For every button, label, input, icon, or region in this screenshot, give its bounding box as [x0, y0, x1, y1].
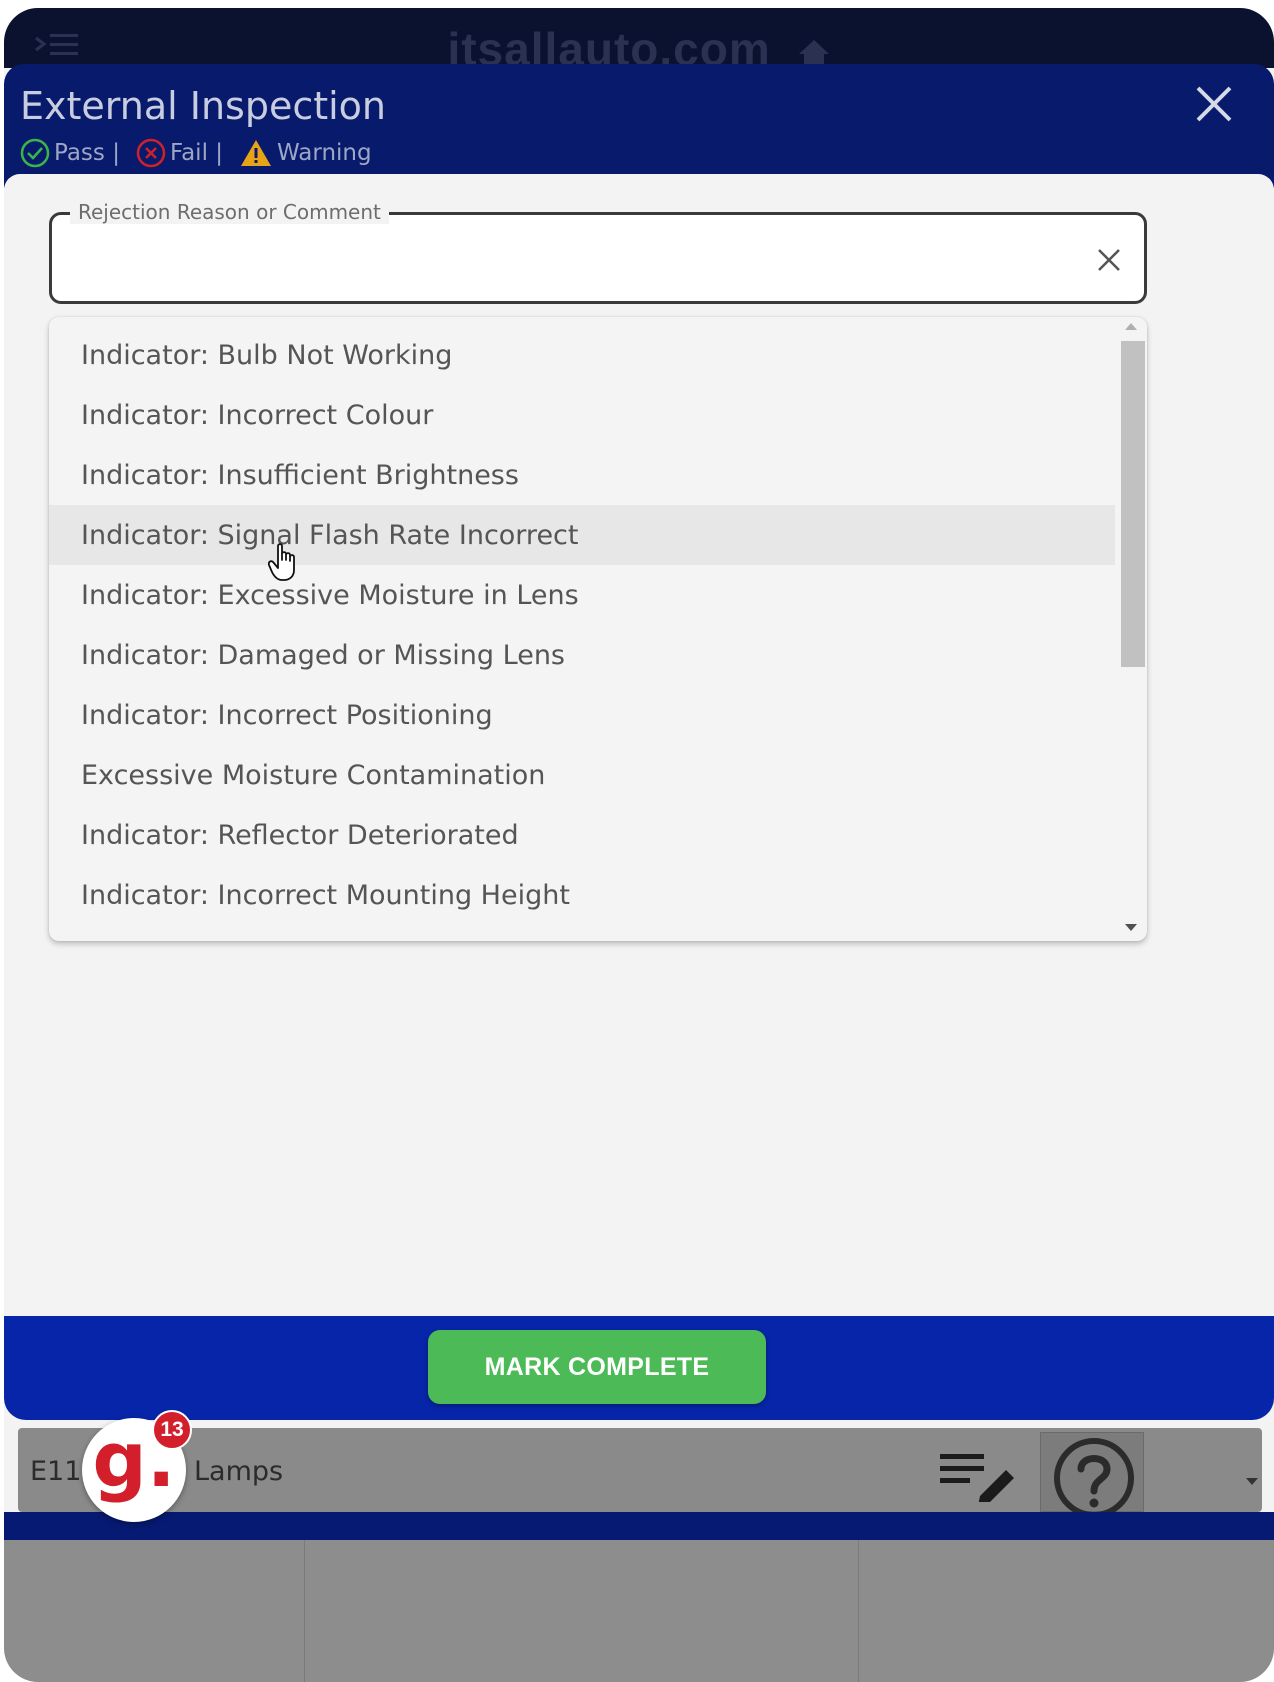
option-excessive-moisture-contamination[interactable]: Excessive Moisture Contamination — [49, 745, 1115, 805]
app-header: itsallauto.com — [4, 8, 1274, 75]
option-incorrect-mounting-height[interactable]: Indicator: Incorrect Mounting Height — [49, 865, 1115, 925]
background-row-name: Lamps — [194, 1456, 284, 1487]
close-icon[interactable] — [1194, 84, 1234, 124]
help-button[interactable] — [1040, 1432, 1144, 1518]
option-incorrect-positioning[interactable]: Indicator: Incorrect Positioning — [49, 685, 1115, 745]
rejection-reason-dropdown: Indicator: Bulb Not Working Indicator: I… — [49, 317, 1147, 941]
background-row-code: E11. — [30, 1456, 90, 1487]
option-reflector-deteriorated[interactable]: Indicator: Reflector Deteriorated — [49, 805, 1115, 865]
scroll-thumb[interactable] — [1121, 341, 1145, 667]
option-damaged-or-missing-lens[interactable]: Indicator: Damaged or Missing Lens — [49, 625, 1115, 685]
scroll-up-arrow-icon[interactable] — [1125, 323, 1137, 330]
rejection-reason-input[interactable] — [72, 237, 1072, 281]
option-signal-flash-rate-incorrect[interactable]: Indicator: Signal Flash Rate Incorrect — [49, 505, 1115, 565]
legend-pass: Pass | — [20, 138, 120, 168]
status-legend: Pass | Fail | Warning — [20, 138, 388, 168]
chevron-down-icon — [1246, 1478, 1258, 1485]
option-excessive-moisture-in-lens[interactable]: Indicator: Excessive Moisture in Lens — [49, 565, 1115, 625]
modal-title: External Inspection — [20, 84, 387, 128]
divider — [858, 1540, 859, 1682]
clear-icon[interactable] — [1096, 247, 1122, 273]
scroll-down-arrow-icon[interactable] — [1125, 924, 1137, 931]
legend-fail-label: Fail | — [169, 140, 224, 166]
option-bulb-not-working[interactable]: Indicator: Bulb Not Working — [49, 325, 1115, 385]
option-incorrect-colour[interactable]: Indicator: Incorrect Colour — [49, 385, 1115, 445]
rejection-reason-field: Rejection Reason or Comment — [49, 200, 1147, 304]
action-bar: MARK COMPLETE — [4, 1316, 1274, 1420]
legend-warning: Warning — [239, 138, 372, 168]
background-bar — [4, 1512, 1274, 1540]
legend-warning-label: Warning — [277, 140, 372, 166]
rejection-reason-label: Rejection Reason or Comment — [70, 200, 389, 224]
device-frame: itsallauto.com External Inspection Pass … — [4, 8, 1274, 1682]
edit-list-icon[interactable] — [938, 1450, 1018, 1502]
help-icon — [1054, 1438, 1134, 1518]
legend-pass-label: Pass | — [54, 140, 120, 166]
option-insufficient-brightness[interactable]: Indicator: Insufficient Brightness — [49, 445, 1115, 505]
check-circle-icon — [20, 138, 50, 168]
modal-header: External Inspection Pass | Fail | Warnin… — [4, 64, 1274, 188]
background-bottom-panel — [4, 1540, 1274, 1682]
mark-complete-button[interactable]: MARK COMPLETE — [428, 1330, 766, 1404]
modal-body: Rejection Reason or Comment Indicator: B… — [4, 174, 1274, 1424]
background-row: E11. Lamps — [18, 1428, 1262, 1518]
brand-logo-button[interactable]: g. 13 — [82, 1410, 192, 1522]
warning-triangle-icon — [241, 140, 272, 166]
dropdown-scrollbar[interactable] — [1115, 317, 1147, 941]
notification-count-badge: 13 — [152, 1410, 192, 1450]
divider — [304, 1540, 305, 1682]
legend-fail: Fail | — [136, 138, 223, 168]
x-circle-icon — [136, 138, 166, 168]
